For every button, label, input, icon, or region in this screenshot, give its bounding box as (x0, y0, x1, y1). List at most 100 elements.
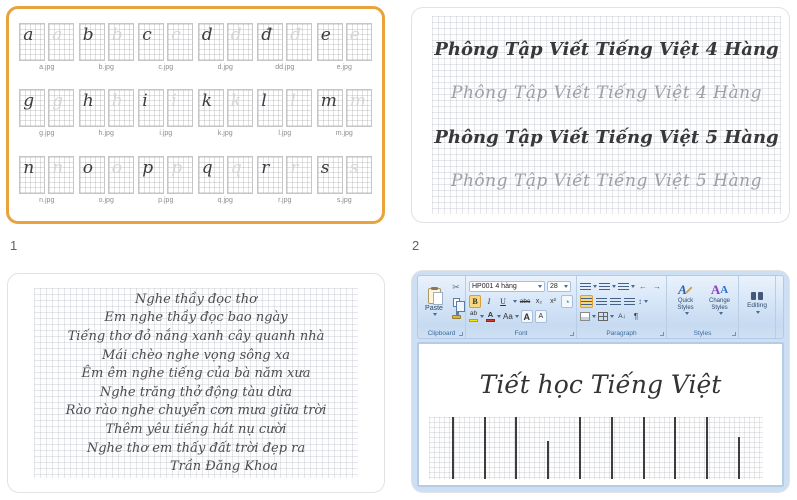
practice-grid-faint: n (48, 155, 75, 194)
poem-paper: Nghe thầy đọc thơ Em nghe thầy đọc bao n… (34, 288, 358, 478)
justify-button[interactable] (623, 295, 635, 308)
writing-guide-bar (547, 440, 550, 479)
pilcrow-icon: ¶ (633, 312, 639, 321)
bullets-button[interactable] (580, 280, 597, 293)
superscript-button[interactable]: x² (547, 295, 559, 308)
letter-thumbnail[interactable]: n n n.jpg (17, 155, 77, 213)
letter-thumbnail[interactable]: i i i.jpg (136, 89, 196, 146)
letter-thumbnail[interactable]: c c c.jpg (136, 23, 196, 80)
letter-thumbnail[interactable]: k k k.jpg (196, 89, 256, 146)
dialog-launcher-icon[interactable] (660, 332, 664, 336)
thumbnail-filename: g.jpg (39, 130, 55, 138)
word-document-page[interactable]: Tiết học Tiếng Việt (417, 342, 784, 487)
decrease-indent-button[interactable]: ← (637, 280, 649, 293)
slide-preview-4[interactable]: Paste ✂ Clipboard HP001 4 hàng 28 B I U … (411, 270, 790, 493)
document-title: Tiết học Tiếng Việt (479, 370, 722, 399)
letter-thumbnail[interactable]: s s s.jpg (315, 155, 375, 213)
practice-grid-solid: p (138, 155, 165, 194)
letter-thumbnail[interactable]: b b b.jpg (77, 23, 137, 80)
letter-thumbnail[interactable]: h h h.jpg (77, 89, 137, 146)
letter-faint: c (171, 25, 181, 45)
bold-button[interactable]: B (469, 295, 481, 308)
letter-thumbnail[interactable]: q q q.jpg (196, 155, 256, 213)
shading-button[interactable] (580, 310, 596, 323)
chevron-down-icon (756, 311, 760, 314)
paste-button[interactable]: Paste (421, 279, 447, 325)
practice-grid-solid: h (78, 89, 105, 128)
dialog-launcher-icon[interactable] (570, 332, 574, 336)
letter-thumbnail[interactable]: d d d.jpg (196, 23, 256, 80)
thumbnail-filename: a.jpg (39, 64, 55, 71)
letter-thumbnail[interactable]: e e e.jpg (315, 23, 375, 80)
phonetic-guide-button[interactable]: ◔ (561, 295, 573, 308)
letter-faint: p (171, 157, 183, 178)
sort-button[interactable]: A↓ (616, 310, 628, 323)
align-left-button[interactable] (580, 295, 593, 308)
practice-grid-solid: l (257, 89, 284, 128)
poem-line: Nghe trăng thở động tàu dừa (99, 384, 293, 400)
italic-button[interactable]: I (483, 295, 495, 308)
writing-grid-band (429, 417, 763, 479)
practice-card-pair: o o (78, 155, 134, 194)
show-hide-button[interactable]: ¶ (630, 310, 642, 323)
font-name-combobox[interactable]: HP001 4 hàng (469, 281, 545, 292)
letter-faint: s (349, 157, 359, 178)
letter-thumbnail[interactable]: p p p.jpg (136, 155, 196, 213)
practice-grid-faint: a (48, 23, 75, 61)
slide-preview-2[interactable]: Phông Tập Viết Tiếng Việt 4 Hàng Phông T… (411, 7, 790, 223)
slide-preview-1[interactable]: a a a.jpg b b b.jpg c c c.jpg d d d.jpg … (6, 6, 385, 224)
practice-grid-solid: m (316, 89, 343, 128)
poem-line: Tiếng thơ đỏ nắng xanh cây quanh nhà (67, 328, 325, 344)
align-center-button[interactable] (595, 295, 607, 308)
copy-button[interactable] (450, 296, 465, 312)
letter-thumbnail[interactable]: o o o.jpg (77, 155, 137, 213)
font-color-button[interactable]: A (486, 310, 501, 323)
chevron-down-icon (564, 285, 568, 288)
editing-button[interactable]: Editing (742, 279, 772, 327)
change-case-icon: Aa (503, 312, 513, 321)
letter-thumbnail[interactable]: g g g.jpg (17, 89, 77, 146)
letter-thumbnail[interactable]: đ đ dd.jpg (255, 23, 315, 80)
ribbon-group-clipboard: Paste ✂ Clipboard (418, 276, 466, 338)
font-sample-line: Phông Tập Viết Tiếng Việt 4 Hàng (434, 39, 779, 61)
letter-faint: g (52, 91, 64, 112)
font-color-icon: A (487, 309, 494, 319)
slide-preview-3[interactable]: Nghe thầy đọc thơ Em nghe thầy đọc bao n… (7, 273, 385, 493)
borders-button[interactable] (598, 310, 614, 323)
underline-button[interactable]: U (497, 295, 509, 308)
font-size-combobox[interactable]: 28 (547, 281, 571, 292)
indent-icon: → (653, 282, 661, 291)
grow-font-button[interactable]: A (520, 310, 533, 323)
change-styles-button[interactable]: AA Change Styles (704, 279, 735, 327)
letter-thumbnail[interactable]: l l l.jpg (255, 89, 315, 146)
practice-grid-faint: e (345, 23, 372, 61)
line-spacing-button[interactable]: ↕ (637, 295, 649, 308)
subscript-button[interactable]: x₂ (533, 295, 545, 308)
letter-faint: d (230, 25, 242, 45)
align-right-button[interactable] (609, 295, 621, 308)
multilevel-list-button[interactable] (618, 280, 635, 293)
chevron-down-icon (631, 285, 635, 288)
dialog-launcher-icon[interactable] (732, 332, 736, 336)
strikethrough-button[interactable]: abc (519, 295, 531, 308)
dialog-launcher-icon[interactable] (459, 332, 463, 336)
styles-group-label: Styles (693, 330, 712, 337)
shrink-font-button[interactable]: A (534, 310, 547, 323)
change-case-button[interactable]: Aa (503, 310, 519, 323)
font-sample-line: Phông Tập Viết Tiếng Việt 4 Hàng (451, 83, 762, 104)
outdent-icon: ← (639, 282, 647, 291)
writing-guide-bar (706, 417, 709, 479)
numbering-button[interactable] (599, 280, 616, 293)
cut-button[interactable]: ✂ (450, 281, 462, 294)
practice-card-pair: s s (316, 155, 372, 194)
quick-styles-button[interactable]: A Quick Styles (670, 279, 701, 327)
practice-card-pair: q q (197, 155, 253, 194)
letter-thumbnail[interactable]: m m m.jpg (315, 89, 375, 146)
letter-thumbnail[interactable]: a a a.jpg (17, 23, 77, 80)
text-highlight-button[interactable]: ab (469, 310, 484, 323)
quick-styles-icon: A (678, 282, 687, 297)
letter-thumbnail[interactable]: r r r.jpg (255, 155, 315, 213)
practice-grid-faint: m (345, 89, 372, 128)
increase-indent-button[interactable]: → (651, 280, 663, 293)
format-painter-button[interactable] (450, 311, 462, 324)
